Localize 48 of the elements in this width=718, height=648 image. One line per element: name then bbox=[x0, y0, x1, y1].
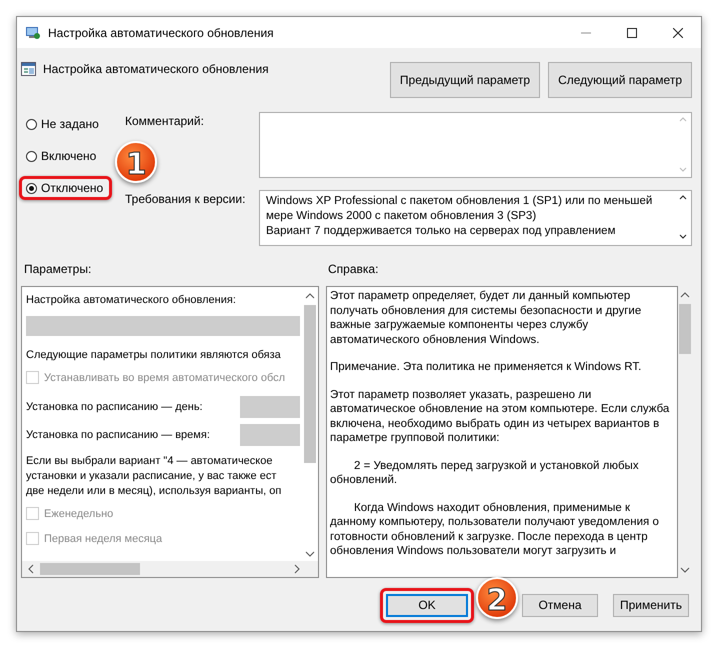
dialog-button[interactable]: Отмена bbox=[522, 594, 598, 616]
checkbox[interactable] bbox=[26, 371, 39, 384]
help-paragraph: 2 = Уведомлять перед загрузкой и установкой любых обновлений. bbox=[330, 458, 640, 488]
radio-button[interactable] bbox=[26, 118, 37, 130]
setting-title: Настройка автоматического обновления bbox=[43, 61, 269, 77]
dropdown-field[interactable] bbox=[26, 316, 300, 336]
section-label: Параметры: bbox=[24, 262, 92, 276]
dialog-button[interactable]: OK bbox=[386, 594, 468, 616]
field-label: Комментарий: bbox=[125, 113, 205, 128]
nav-button[interactable]: Предыдущий параметр bbox=[390, 62, 540, 98]
close-icon bbox=[673, 28, 683, 38]
help-paragraph: Примечание. Эта политика не применяется к Windows RT. bbox=[330, 360, 642, 374]
input-field[interactable] bbox=[240, 396, 300, 418]
maximize-icon bbox=[627, 28, 637, 38]
checkbox-label: Первая неделя месяца bbox=[44, 532, 162, 544]
requirements-text: Вариант 7 поддерживается только на серверах под управлением bbox=[266, 224, 616, 239]
radio-button[interactable] bbox=[26, 150, 37, 162]
radio-option[interactable]: Включено bbox=[19, 144, 106, 168]
help-paragraph: Когда Windows находит обновления, применимые к данному компьютеру, пользователи получают уведомления о готовности обновлений к загрузке. После перехода в центр обновления Windows пользователи могут загрузить и bbox=[330, 500, 660, 558]
radio-option[interactable]: Отключено bbox=[19, 176, 112, 200]
field-label: Требования к версии: bbox=[125, 191, 246, 206]
field-label: Установка по расписанию — время: bbox=[26, 429, 210, 441]
window-title: Настройка автоматического обновления bbox=[48, 26, 275, 40]
parameter-text: Если вы выбрали вариант "4 — автоматическое установки и указали расписание, у вас также ест две недели или в месяц), используя варианты, оп bbox=[26, 454, 282, 499]
requirements-text: Windows XP Professional с пакетом обновления 1 (SP1) или по меньшей мере Windows 2000 с пакетом обновления 3 (SP3) bbox=[266, 194, 654, 224]
help-paragraph: Этот параметр определяет, будет ли данный компьютер получать обновления для системы безопасности и другие важные загружаемые компоненты через службу автоматического обновления Windows. bbox=[330, 289, 642, 347]
checkbox[interactable] bbox=[26, 507, 39, 520]
help-paragraph: Этот параметр позволяет указать, разрешено ли автоматическое обновление на этом компьютере. Если служба включена, необходимо выбрать один из четырех вариантов в параметре групповой политики: bbox=[330, 388, 670, 446]
section-label: Справка: bbox=[328, 262, 380, 276]
nav-button[interactable]: Следующий параметр bbox=[548, 62, 692, 98]
comment-field[interactable] bbox=[259, 112, 692, 178]
parameter-text: Настройка автоматического обновления: bbox=[26, 293, 237, 308]
checkbox-label: Еженедельно bbox=[44, 508, 114, 520]
radio-button[interactable] bbox=[26, 182, 37, 194]
input-field[interactable] bbox=[240, 424, 300, 446]
radio-label: Отключено bbox=[41, 181, 104, 195]
field-label: Установка по расписанию — день: bbox=[26, 401, 203, 413]
step-badge: 1 bbox=[115, 141, 158, 183]
computer-icon bbox=[25, 24, 41, 40]
checkbox[interactable] bbox=[26, 532, 39, 545]
parameter-text: Следующие параметры политики являются обяза bbox=[26, 348, 282, 363]
step-badge: 2 bbox=[476, 576, 518, 618]
radio-label: Не задано bbox=[41, 117, 99, 131]
radio-option[interactable]: Не задано bbox=[19, 112, 108, 136]
radio-label: Включено bbox=[41, 149, 96, 163]
policy-icon bbox=[21, 61, 37, 77]
checkbox-label: Устанавливать во время автоматического обсл bbox=[44, 372, 286, 384]
dialog-button[interactable]: Применить bbox=[612, 594, 689, 616]
